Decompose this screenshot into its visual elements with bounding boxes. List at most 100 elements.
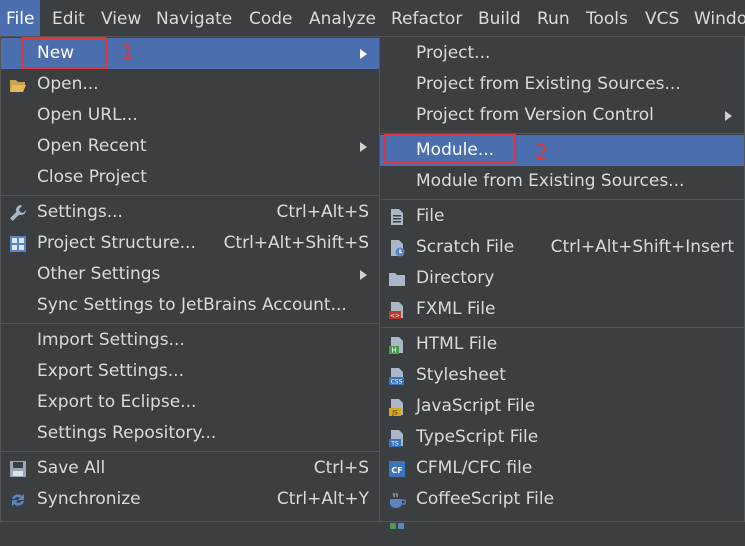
submenu-arrow-icon: [725, 111, 732, 121]
submenu-arrow-icon: [360, 270, 367, 280]
menu-item-close-project[interactable]: Close Project: [1, 162, 379, 193]
html-file-icon: H: [389, 337, 403, 355]
svg-text:TS: TS: [390, 441, 399, 448]
menu-item-project-vcs[interactable]: Project from Version Control: [380, 100, 744, 131]
other-settings-label: Other Settings: [37, 264, 161, 284]
menu-item-export-settings[interactable]: Export Settings...: [1, 356, 379, 387]
menu-code[interactable]: Code: [243, 0, 299, 36]
menu-vcs[interactable]: VCS: [639, 0, 685, 36]
save-all-shortcut: Ctrl+S: [313, 458, 369, 478]
menu-separator: [1, 451, 379, 452]
folder-open-icon: [10, 80, 26, 92]
menu-build[interactable]: Build: [472, 0, 527, 36]
menu-edit[interactable]: Edit: [46, 0, 91, 36]
fxml-file-icon: <>: [389, 302, 403, 320]
menu-item-open[interactable]: Open...: [1, 69, 379, 100]
menu-item-project[interactable]: Project...: [380, 38, 744, 69]
highlight-box-new: [21, 37, 107, 69]
menu-item-synchronize[interactable]: Synchronize Ctrl+Alt+Y: [1, 484, 379, 515]
wrench-icon: [10, 205, 26, 221]
menu-separator: [1, 195, 379, 196]
project-structure-icon: [10, 236, 26, 252]
menu-item-open-url[interactable]: Open URL...: [1, 100, 379, 131]
svg-text:CSS: CSS: [391, 379, 403, 386]
save-all-label: Save All: [37, 458, 106, 478]
import-settings-label: Import Settings...: [37, 330, 185, 350]
menu-window[interactable]: Windo: [688, 0, 745, 36]
new-submenu: Project... Project from Existing Sources…: [379, 36, 745, 529]
module-existing-label: Module from Existing Sources...: [416, 171, 685, 191]
menu-separator: [1, 323, 379, 324]
menu-separator: [380, 199, 744, 200]
coffeescript-file-icon: [390, 492, 406, 508]
annotation-number-2: 2: [535, 140, 548, 164]
directory-label: Directory: [416, 268, 495, 288]
menu-view[interactable]: View: [95, 0, 147, 36]
menu-item-typescript-file[interactable]: TS TypeScript File: [380, 422, 744, 453]
menu-item-settings[interactable]: Settings... Ctrl+Alt+S: [1, 197, 379, 228]
fxml-file-label: FXML File: [416, 299, 496, 319]
menu-item-settings-repository[interactable]: Settings Repository...: [1, 418, 379, 449]
menu-analyze[interactable]: Analyze: [303, 0, 382, 36]
menu-item-html-file[interactable]: H HTML File: [380, 329, 744, 360]
submenu-arrow-icon: [360, 49, 367, 59]
menu-item-cfml-file[interactable]: CF CFML/CFC file: [380, 453, 744, 484]
open-recent-label: Open Recent: [37, 136, 147, 156]
project-structure-label: Project Structure...: [37, 233, 196, 253]
menu-item-import-settings[interactable]: Import Settings...: [1, 325, 379, 356]
cfml-file-label: CFML/CFC file: [416, 458, 533, 478]
file-icon: [390, 523, 404, 529]
svg-text:JS: JS: [391, 410, 398, 417]
menu-item-project-structure[interactable]: Project Structure... Ctrl+Alt+Shift+S: [1, 228, 379, 259]
settings-repository-label: Settings Repository...: [37, 423, 217, 443]
menu-file[interactable]: File: [0, 0, 41, 36]
menu-navigate[interactable]: Navigate: [150, 0, 238, 36]
export-settings-label: Export Settings...: [37, 361, 184, 381]
open-label: Open...: [37, 74, 99, 94]
menu-item-project-existing[interactable]: Project from Existing Sources...: [380, 69, 744, 100]
javascript-file-icon: JS: [389, 399, 403, 417]
highlight-box-module: [384, 134, 516, 164]
file-menu: New Open... Open URL... Open Recent Clos…: [0, 36, 380, 522]
svg-text:CF: CF: [391, 466, 402, 475]
folder-icon: [389, 273, 405, 286]
menu-item-scratch-file[interactable]: Scratch File Ctrl+Alt+Shift+Insert: [380, 232, 744, 263]
export-eclipse-label: Export to Eclipse...: [37, 392, 197, 412]
menu-item-stylesheet[interactable]: CSS Stylesheet: [380, 360, 744, 391]
menu-item-other-settings[interactable]: Other Settings: [1, 259, 379, 290]
menu-item-sync-settings[interactable]: Sync Settings to JetBrains Account...: [1, 290, 379, 321]
annotation-number-1: 1: [121, 40, 134, 64]
menu-item-more-cutoff[interactable]: [380, 515, 744, 546]
settings-shortcut: Ctrl+Alt+S: [276, 202, 369, 222]
menu-item-fxml-file[interactable]: <> FXML File: [380, 294, 744, 325]
html-file-label: HTML File: [416, 334, 498, 354]
synchronize-label: Synchronize: [37, 489, 141, 509]
file-label: File: [416, 206, 445, 226]
menu-item-coffeescript-file[interactable]: CoffeeScript File: [380, 484, 744, 515]
scratch-file-icon: [391, 240, 405, 257]
menu-separator: [380, 327, 744, 328]
cfml-file-icon: CF: [389, 461, 405, 477]
menu-refactor[interactable]: Refactor: [385, 0, 468, 36]
close-project-label: Close Project: [37, 167, 147, 187]
menu-item-file[interactable]: File: [380, 201, 744, 232]
menu-run[interactable]: Run: [531, 0, 576, 36]
project-existing-label: Project from Existing Sources...: [416, 74, 681, 94]
settings-label: Settings...: [37, 202, 123, 222]
menu-item-module-existing[interactable]: Module from Existing Sources...: [380, 166, 744, 197]
menu-item-javascript-file[interactable]: JS JavaScript File: [380, 391, 744, 422]
menu-item-save-all[interactable]: Save All Ctrl+S: [1, 453, 379, 484]
stylesheet-label: Stylesheet: [416, 365, 506, 385]
svg-text:H: H: [391, 347, 396, 355]
svg-text:<>: <>: [390, 313, 400, 320]
submenu-arrow-icon: [360, 142, 367, 152]
menu-tools[interactable]: Tools: [580, 0, 634, 36]
menu-item-export-eclipse[interactable]: Export to Eclipse...: [1, 387, 379, 418]
javascript-file-label: JavaScript File: [416, 396, 536, 416]
menu-item-open-recent[interactable]: Open Recent: [1, 131, 379, 162]
typescript-file-label: TypeScript File: [416, 427, 539, 447]
menu-item-directory[interactable]: Directory: [380, 263, 744, 294]
menu-bar: File Edit View Navigate Code Analyze Ref…: [0, 0, 745, 36]
open-url-label: Open URL...: [37, 105, 138, 125]
synchronize-shortcut: Ctrl+Alt+Y: [276, 489, 369, 509]
